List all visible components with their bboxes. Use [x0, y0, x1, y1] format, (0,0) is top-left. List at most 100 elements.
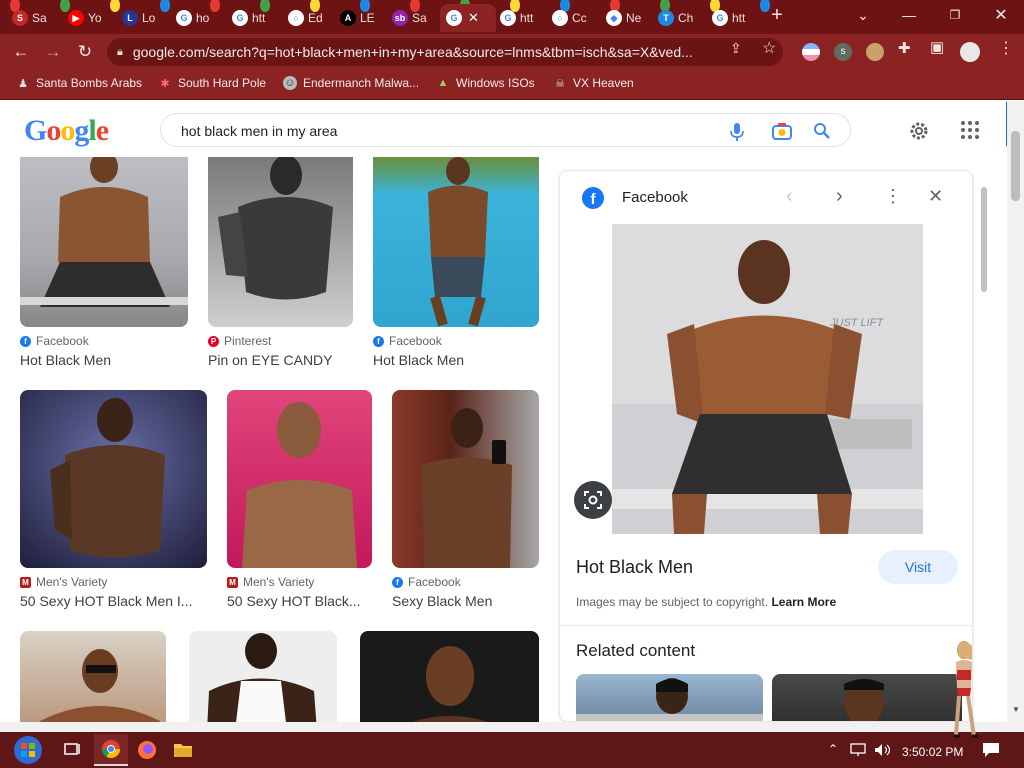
- result-image[interactable]: [373, 157, 539, 327]
- taskbar-chrome[interactable]: [94, 734, 128, 766]
- result-title[interactable]: Hot Black Men: [373, 352, 539, 368]
- result-title[interactable]: Hot Black Men: [20, 352, 190, 368]
- browser-tab[interactable]: ○ Cc: [546, 4, 598, 32]
- volume-icon[interactable]: [874, 743, 892, 757]
- panel-scrollbar[interactable]: [977, 175, 989, 715]
- s-extension-icon[interactable]: s: [834, 43, 852, 61]
- visit-button[interactable]: Visit: [878, 550, 958, 584]
- result-image[interactable]: [20, 157, 188, 327]
- address-bar[interactable]: 🔒︎ google.com/search?q=hot+black+men+in+…: [107, 38, 783, 66]
- page-vertical-scrollbar[interactable]: ▼: [1007, 101, 1024, 722]
- tab-favicon-icon: ◆: [606, 10, 622, 26]
- panel-scroll-thumb[interactable]: [981, 187, 987, 292]
- profile-avatar[interactable]: [960, 42, 980, 62]
- search-input[interactable]: hot black men in my area: [181, 123, 337, 139]
- camera-lens-icon[interactable]: [771, 122, 793, 142]
- start-button[interactable]: [8, 734, 48, 766]
- search-box[interactable]: hot black men in my area: [160, 113, 851, 147]
- browser-tab[interactable]: Gho: [170, 4, 222, 32]
- previous-chevron-icon[interactable]: ‹: [786, 185, 793, 208]
- lens-search-button[interactable]: [574, 481, 612, 519]
- microphone-icon[interactable]: [729, 122, 745, 142]
- result-source: f Facebook: [392, 575, 461, 589]
- browser-tab[interactable]: ◆ Ne: [600, 4, 652, 32]
- result-source: M Men's Variety: [227, 575, 314, 589]
- browser-tab[interactable]: ○ Ed: [282, 4, 334, 32]
- firefox-icon: [138, 741, 156, 759]
- result-image[interactable]: [20, 631, 166, 722]
- search-icon[interactable]: [813, 122, 831, 140]
- tab-close-icon[interactable]: ✕: [468, 10, 479, 26]
- browser-tab[interactable]: S Sa: [6, 4, 58, 32]
- browser-tab[interactable]: A LE: [334, 4, 386, 32]
- bookmark-star-icon[interactable]: ☆: [762, 38, 776, 58]
- forward-button[interactable]: →: [40, 39, 66, 65]
- preview-image[interactable]: JUST LIFT: [612, 224, 923, 534]
- result-image[interactable]: [227, 390, 372, 568]
- google-logo[interactable]: Google: [24, 116, 109, 146]
- bookmark-item[interactable]: ▲ Windows ISOs: [436, 76, 535, 90]
- result-image[interactable]: [392, 390, 539, 568]
- scroll-down-arrow-icon[interactable]: ▼: [1012, 705, 1020, 714]
- learn-more-link[interactable]: Learn More: [771, 595, 836, 609]
- url-text[interactable]: google.com/search?q=hot+black+men+in+my+…: [133, 44, 723, 60]
- tab-favicon-icon: G: [446, 10, 462, 26]
- taskbar-firefox[interactable]: [130, 734, 164, 766]
- back-button[interactable]: ←: [8, 39, 34, 65]
- browser-tab[interactable]: Ghtt: [494, 4, 546, 32]
- tab-search-button[interactable]: ⌄: [840, 0, 886, 30]
- result-image[interactable]: [20, 390, 207, 568]
- new-tab-button[interactable]: +: [754, 0, 800, 30]
- notifications-icon[interactable]: [982, 742, 1000, 758]
- related-image[interactable]: [576, 674, 763, 721]
- lock-icon[interactable]: 🔒︎: [117, 46, 123, 59]
- extensions-puzzle-icon[interactable]: ✚: [898, 39, 911, 57]
- result-title[interactable]: Pin on EYE CANDY: [208, 352, 358, 368]
- page-horizontal-scrollbar[interactable]: [0, 722, 1024, 732]
- folder-icon: [174, 744, 192, 757]
- browser-tab[interactable]: Ghtt: [706, 4, 758, 32]
- avatar-extension-icon[interactable]: [866, 43, 884, 61]
- close-window-button[interactable]: ✕: [978, 0, 1024, 30]
- reload-button[interactable]: ↻: [72, 39, 98, 65]
- related-image[interactable]: [772, 674, 962, 721]
- panel-source-label[interactable]: Facebook: [622, 189, 688, 206]
- close-icon[interactable]: ✕: [928, 186, 943, 207]
- show-hidden-icons-chevron-icon[interactable]: ⌃: [828, 742, 838, 756]
- menu-kebab-icon[interactable]: ⋮: [998, 38, 1014, 58]
- bookmark-item[interactable]: ☺ Endermanch Malwa...: [283, 76, 419, 90]
- browser-tab[interactable]: G ✕: [440, 4, 496, 32]
- more-options-icon[interactable]: ⋮: [884, 186, 902, 207]
- browser-tab[interactable]: sb Sa: [386, 4, 438, 32]
- preview-title[interactable]: Hot Black Men: [576, 557, 693, 578]
- browser-tab[interactable]: Ghtt: [226, 4, 278, 32]
- result-title[interactable]: Sexy Black Men: [392, 593, 539, 609]
- bookmark-item[interactable]: ♟ Santa Bombs Arabs: [16, 76, 142, 90]
- result-image[interactable]: [208, 157, 353, 327]
- bookmark-item[interactable]: ☠ VX Heaven: [553, 76, 634, 90]
- result-image[interactable]: [189, 631, 337, 722]
- tab-title: Ch: [678, 11, 694, 25]
- flag-extension-icon[interactable]: [802, 43, 820, 61]
- minimize-button[interactable]: —: [886, 0, 932, 30]
- taskbar-file-explorer[interactable]: [166, 734, 200, 766]
- task-view-button[interactable]: [56, 734, 90, 766]
- apps-grid-icon[interactable]: [960, 120, 980, 140]
- network-icon[interactable]: [850, 743, 868, 757]
- bookmark-item[interactable]: ✱ South Hard Pole: [158, 76, 266, 90]
- result-image[interactable]: [360, 631, 539, 722]
- page-scroll-thumb[interactable]: [1011, 131, 1020, 201]
- next-chevron-icon[interactable]: ›: [836, 185, 843, 208]
- gear-icon[interactable]: [908, 120, 930, 142]
- browser-tab[interactable]: ▶ Yo: [62, 4, 114, 32]
- share-icon[interactable]: ⇪: [730, 40, 742, 57]
- result-title[interactable]: 50 Sexy HOT Black Men I...: [20, 593, 207, 609]
- browser-tab[interactable]: T Ch: [652, 4, 704, 32]
- browser-tab[interactable]: L Lo: [116, 4, 168, 32]
- restore-button[interactable]: ❐: [932, 0, 978, 30]
- side-panel-icon[interactable]: ▣: [930, 38, 944, 56]
- panel-divider: [560, 625, 972, 626]
- tab-favicon-icon: G: [500, 10, 516, 26]
- result-title[interactable]: 50 Sexy HOT Black...: [227, 593, 372, 609]
- taskbar-clock[interactable]: 3:50:02 PM: [902, 745, 963, 759]
